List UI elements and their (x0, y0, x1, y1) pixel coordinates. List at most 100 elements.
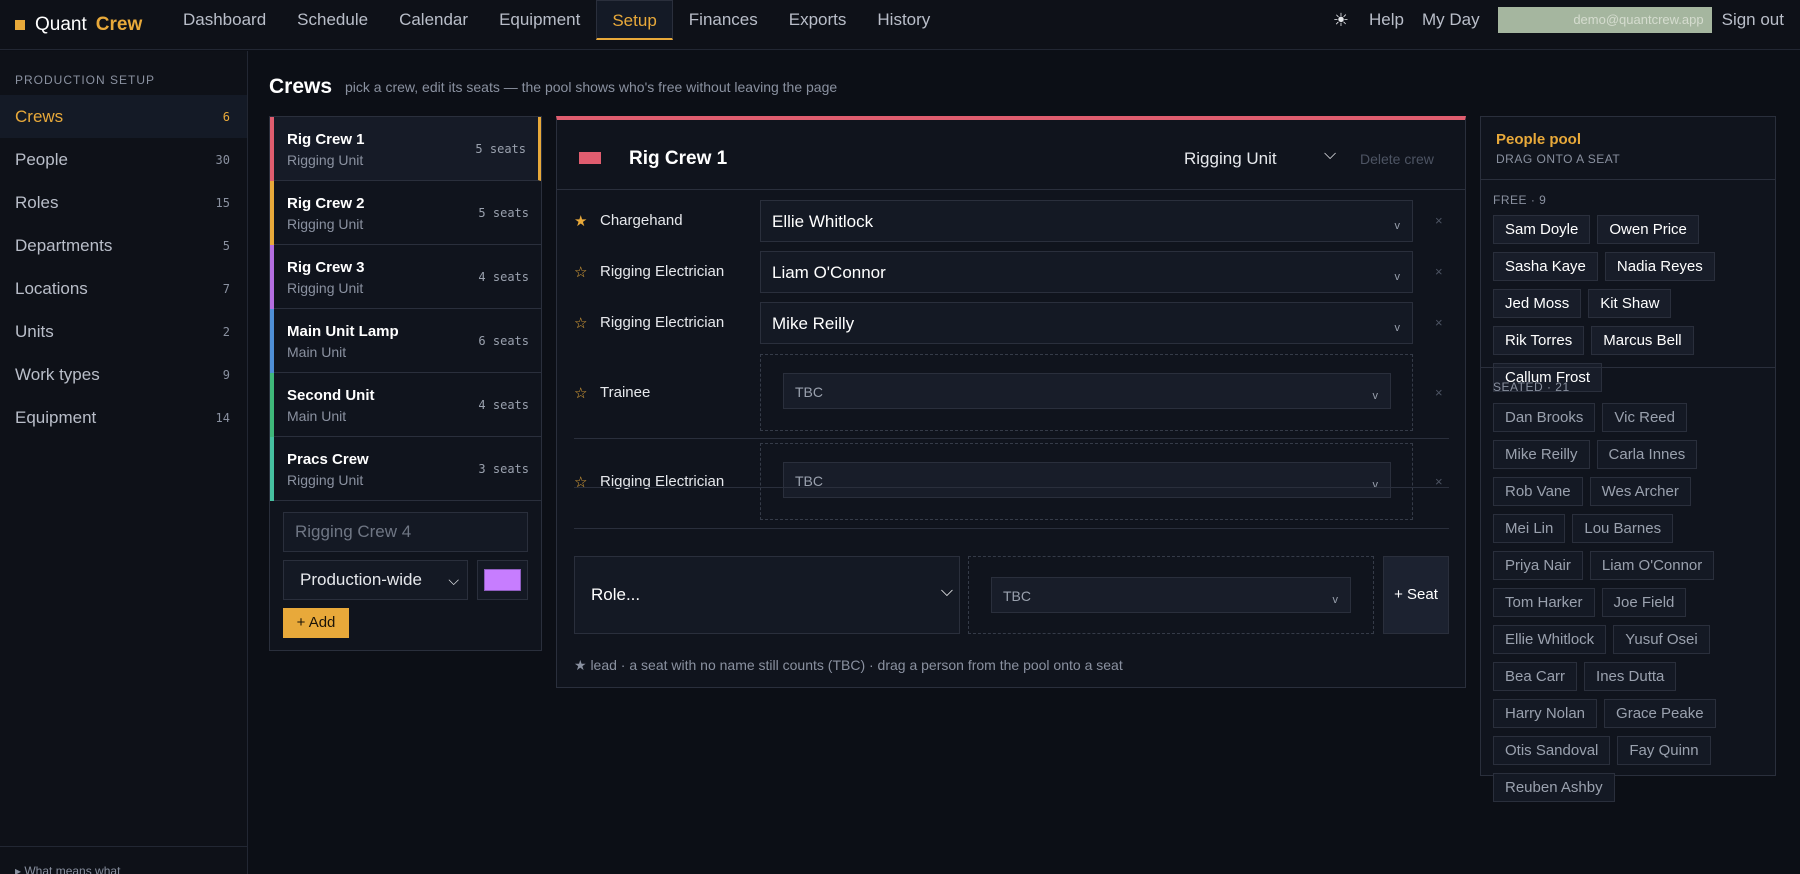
nav-equipment[interactable]: Equipment (484, 0, 595, 40)
lead-star-icon[interactable]: ★ (574, 212, 587, 230)
sidebar-item-work-types[interactable]: Work types 9 (0, 353, 247, 396)
delete-crew-button[interactable]: Delete crew (1360, 151, 1434, 167)
person-chip[interactable]: Harry Nolan (1493, 699, 1598, 728)
add-seat-person-dropzone[interactable]: TBC v (968, 556, 1374, 634)
crew-list-item[interactable]: Rig Crew 2 Rigging Unit 5 seats (270, 181, 541, 245)
star-outline-icon[interactable]: ☆ (574, 314, 587, 332)
crew-seat-count: 6 seats (478, 334, 529, 348)
seat-role: Trainee (600, 384, 651, 401)
page-title: Crews (269, 75, 333, 98)
person-chip[interactable]: Reuben Ashby (1493, 773, 1615, 802)
seat-person-select[interactable]: Liam O'Connor v (760, 251, 1413, 293)
add-seat-role-select[interactable]: Role... ⌵ (574, 556, 960, 634)
what-means-what-toggle[interactable]: ▸ What means what (0, 846, 247, 874)
person-chip[interactable]: Sasha Kaye (1493, 252, 1598, 281)
nav-calendar[interactable]: Calendar (384, 0, 483, 40)
person-chip[interactable]: Owen Price (1597, 215, 1699, 244)
person-chip[interactable]: Priya Nair (1493, 551, 1583, 580)
seat-person-dropzone[interactable]: TBC v (760, 443, 1413, 520)
person-chip[interactable]: Liam O'Connor (1589, 551, 1715, 580)
crew-name[interactable]: Rig Crew 1 (629, 148, 727, 170)
person-chip[interactable]: Nadia Reyes (1604, 252, 1715, 281)
person-chip[interactable]: Rob Vane (1493, 477, 1583, 506)
nav-setup[interactable]: Setup (596, 0, 673, 40)
brand-logo[interactable]: Quant Crew (0, 14, 168, 36)
crew-list-item[interactable]: Rig Crew 3 Rigging Unit 4 seats (270, 245, 541, 309)
person-chip[interactable]: Rik Torres (1493, 326, 1585, 355)
person-chip[interactable]: Carla Innes (1596, 440, 1698, 469)
seat-person-dropzone[interactable]: TBC v (760, 354, 1413, 431)
crew-color-bar (270, 309, 274, 373)
add-seat-button[interactable]: + Seat (1383, 556, 1449, 634)
new-crew-name-input[interactable]: Rigging Crew 4 (283, 512, 528, 552)
person-chip[interactable]: Mike Reilly (1493, 440, 1590, 469)
person-chip[interactable]: Fay Quinn (1617, 736, 1711, 765)
remove-seat-icon[interactable]: × (1435, 385, 1443, 400)
person-chip[interactable]: Ellie Whitlock (1493, 625, 1607, 654)
person-chip[interactable]: Joe Field (1601, 588, 1687, 617)
star-outline-icon[interactable]: ☆ (574, 384, 587, 402)
person-chip[interactable]: Dan Brooks (1493, 403, 1596, 432)
new-crew-color-picker[interactable] (477, 560, 528, 600)
sidebar-item-people[interactable]: People 30 (0, 138, 247, 181)
sidebar-item-roles[interactable]: Roles 15 (0, 181, 247, 224)
chevron-down-icon[interactable]: ⌵ (1324, 146, 1336, 164)
sidebar-item-crews[interactable]: Crews 6 (0, 95, 247, 138)
my-day-link[interactable]: My Day (1422, 10, 1480, 30)
person-chip[interactable]: Marcus Bell (1591, 326, 1694, 355)
crew-list-item[interactable]: Second Unit Main Unit 4 seats (270, 373, 541, 437)
seat-person-select[interactable]: Ellie Whitlock v (760, 200, 1413, 242)
person-chip[interactable]: Tom Harker (1493, 588, 1595, 617)
sun-icon[interactable]: ☀ (1333, 10, 1349, 31)
crew-color-bar (270, 373, 274, 437)
person-chip[interactable]: Mei Lin (1493, 514, 1566, 543)
seat-person-select[interactable]: TBC v (783, 462, 1391, 498)
crew-list-item[interactable]: Main Unit Lamp Main Unit 6 seats (270, 309, 541, 373)
person-chip[interactable]: Yusuf Osei (1613, 625, 1710, 654)
new-crew-unit-select[interactable]: Production-wide ⌵ (283, 560, 468, 600)
seat-row: ☆ Rigging Electrician Liam O'Connor v × (574, 251, 1449, 293)
nav-exports[interactable]: Exports (774, 0, 862, 40)
sidebar-item-label: Units (15, 321, 54, 341)
nav-dashboard[interactable]: Dashboard (168, 0, 281, 40)
help-link[interactable]: Help (1369, 10, 1404, 30)
star-outline-icon[interactable]: ☆ (574, 263, 587, 281)
nav-schedule[interactable]: Schedule (282, 0, 383, 40)
crew-list-item[interactable]: Rig Crew 1 Rigging Unit 5 seats (270, 117, 541, 181)
person-chip[interactable]: Vic Reed (1602, 403, 1687, 432)
seat-row: ☆ Trainee TBC v × (574, 354, 1449, 431)
remove-seat-icon[interactable]: × (1435, 264, 1443, 279)
seat-person-select[interactable]: TBC v (783, 373, 1391, 409)
person-chip[interactable]: Otis Sandoval (1493, 736, 1611, 765)
nav-history[interactable]: History (862, 0, 945, 40)
seat-person-select[interactable]: Mike Reilly v (760, 302, 1413, 344)
person-chip[interactable]: Kit Shaw (1588, 289, 1672, 318)
sidebar-item-departments[interactable]: Departments 5 (0, 224, 247, 267)
divider (574, 438, 1449, 439)
divider (1481, 367, 1775, 368)
crew-seat-count: 4 seats (478, 270, 529, 284)
nav-finances[interactable]: Finances (674, 0, 773, 40)
person-chip[interactable]: Lou Barnes (1572, 514, 1674, 543)
crew-seat-count: 5 seats (478, 206, 529, 220)
remove-seat-icon[interactable]: × (1435, 213, 1443, 228)
sidebar-item-locations[interactable]: Locations 7 (0, 267, 247, 310)
person-chip[interactable]: Sam Doyle (1493, 215, 1591, 244)
person-chip[interactable]: Jed Moss (1493, 289, 1582, 318)
crew-unit-select[interactable]: Rigging Unit (1184, 149, 1277, 169)
remove-seat-icon[interactable]: × (1435, 315, 1443, 330)
crew-list-item[interactable]: Pracs Crew Rigging Unit 3 seats (270, 437, 541, 501)
person-chip[interactable]: Bea Carr (1493, 662, 1578, 691)
star-outline-icon[interactable]: ☆ (574, 473, 587, 491)
seat-person-value: Ellie Whitlock (772, 212, 874, 231)
person-chip[interactable]: Ines Dutta (1584, 662, 1677, 691)
sidebar-item-units[interactable]: Units 2 (0, 310, 247, 353)
sidebar-item-equipment[interactable]: Equipment 14 (0, 396, 247, 439)
add-seat-person-select[interactable]: TBC v (991, 577, 1351, 613)
person-chip[interactable]: Wes Archer (1589, 477, 1691, 506)
sign-out-link[interactable]: Sign out (1722, 10, 1784, 30)
chevron-down-icon: ⌵ (448, 572, 459, 588)
person-chip[interactable]: Grace Peake (1604, 699, 1716, 728)
people-pool: People pool DRAG ONTO A SEAT FREE · 9 Sa… (1480, 116, 1776, 802)
add-crew-button[interactable]: + Add (283, 608, 349, 638)
